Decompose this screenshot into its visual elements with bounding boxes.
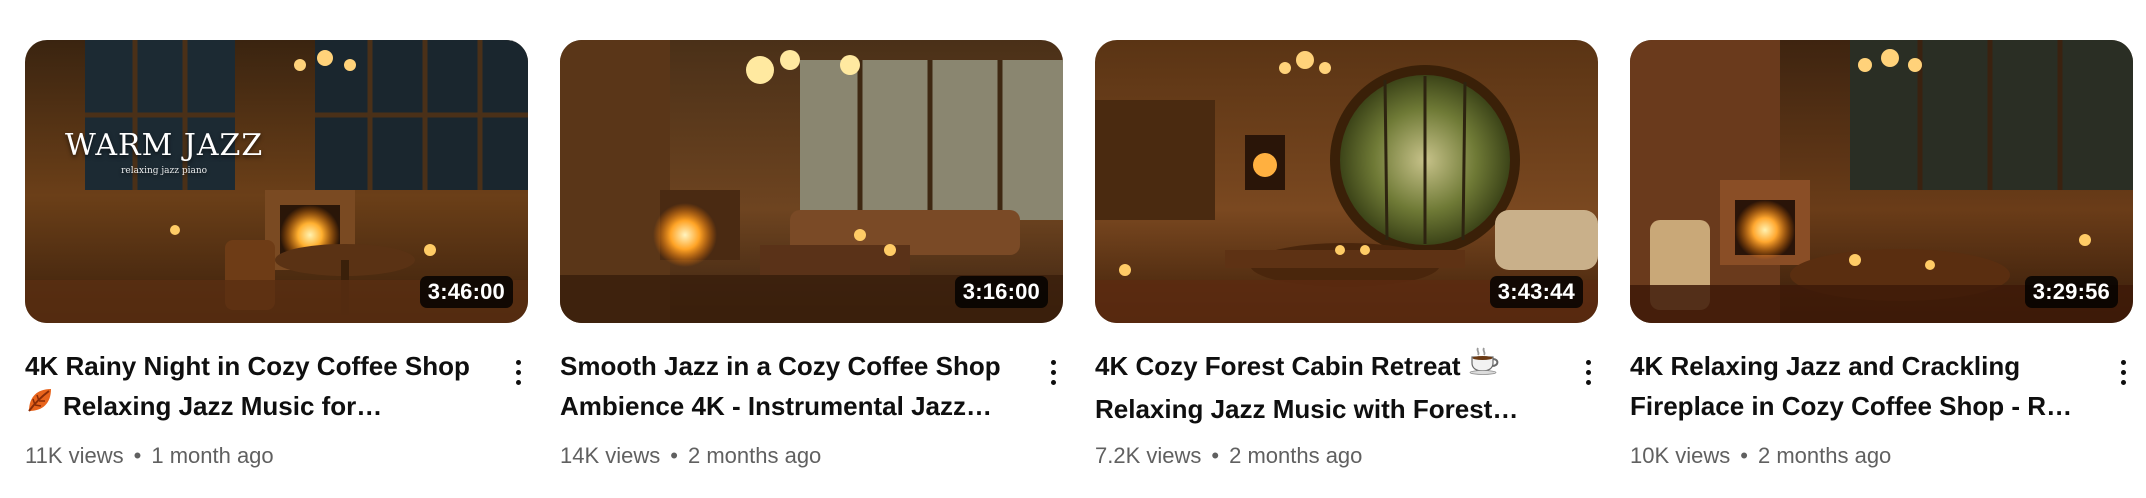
more-actions-button[interactable]	[503, 352, 533, 392]
video-title[interactable]: 4K Cozy Forest Cabin Retreat Relaxing Ja…	[1095, 346, 1545, 429]
video-card[interactable]: 3:43:44 4K Cozy Forest Cabin Retreat Rel…	[1095, 40, 1598, 480]
video-title-line-1: Smooth Jazz in a Cozy Coffee Shop	[560, 351, 1001, 381]
video-title-line-1: 4K Relaxing Jazz and Crackling	[1630, 351, 2021, 381]
video-title[interactable]: Smooth Jazz in a Cozy Coffee Shop Ambien…	[560, 346, 1010, 426]
video-title-line-1: 4K Cozy Forest Cabin Retreat	[1095, 351, 1461, 381]
kebab-dot-icon	[515, 379, 521, 385]
kebab-dot-icon	[2120, 359, 2126, 365]
kebab-dot-icon	[515, 369, 521, 375]
kebab-dot-icon	[2120, 369, 2126, 375]
view-count: 7.2K views	[1095, 443, 1202, 468]
video-card[interactable]: 3:16:00 Smooth Jazz in a Cozy Coffee Sho…	[560, 40, 1063, 480]
duration-badge: 3:46:00	[419, 276, 513, 308]
separator: •	[133, 443, 142, 468]
video-metadata: 11K views • 1 month ago	[25, 440, 485, 472]
kebab-dot-icon	[1050, 379, 1056, 385]
view-count: 11K views	[25, 443, 124, 468]
kebab-dot-icon	[2120, 379, 2126, 385]
video-title-line-2: Ambience 4K - Instrumental Jazz…	[560, 391, 992, 421]
video-thumbnail[interactable]: WARM JAZZ relaxing jazz piano 3:46:00	[25, 40, 528, 323]
kebab-dot-icon	[1050, 369, 1056, 375]
video-thumbnail[interactable]: 3:29:56	[1630, 40, 2133, 323]
video-card[interactable]: 3:29:56 4K Relaxing Jazz and Crackling F…	[1630, 40, 2133, 480]
kebab-dot-icon	[1585, 369, 1591, 375]
video-title-line-1: 4K Rainy Night in Cozy Coffee Shop	[25, 351, 470, 381]
kebab-dot-icon	[1050, 359, 1056, 365]
thumbnail-caption: WARM JAZZ relaxing jazz piano	[65, 128, 263, 176]
video-metadata: 14K views • 2 months ago	[560, 440, 1020, 472]
more-actions-button[interactable]	[1573, 352, 1603, 392]
video-title[interactable]: 4K Rainy Night in Cozy Coffee Shop Relax…	[25, 346, 475, 429]
kebab-dot-icon	[1585, 379, 1591, 385]
thumbnail-title-text: WARM JAZZ	[65, 128, 264, 163]
upload-age: 2 months ago	[1229, 443, 1363, 468]
upload-age: 1 month ago	[151, 443, 274, 468]
video-title[interactable]: 4K Relaxing Jazz and Crackling Fireplace…	[1630, 346, 2080, 426]
separator: •	[1740, 443, 1748, 468]
duration-badge: 3:29:56	[2024, 276, 2118, 308]
coffee-emoji-icon	[1469, 346, 1501, 386]
video-thumbnail[interactable]: 3:43:44	[1095, 40, 1598, 323]
more-actions-button[interactable]	[1038, 352, 1068, 392]
leaf-emoji-icon	[25, 386, 55, 426]
video-title-line-2: Relaxing Jazz Music for…	[63, 391, 383, 421]
upload-age: 2 months ago	[1757, 443, 1892, 468]
view-count: 14K views	[560, 443, 661, 468]
more-actions-button[interactable]	[2108, 352, 2138, 392]
separator: •	[1211, 443, 1220, 468]
kebab-dot-icon	[1585, 359, 1591, 365]
view-count: 10K views	[1630, 443, 1731, 468]
video-thumbnail[interactable]: 3:16:00	[560, 40, 1063, 323]
duration-badge: 3:16:00	[954, 276, 1048, 308]
video-metadata: 10K views • 2 months ago	[1630, 440, 2090, 472]
kebab-dot-icon	[515, 359, 521, 365]
video-metadata: 7.2K views • 2 months ago	[1095, 440, 1555, 472]
video-grid: WARM JAZZ relaxing jazz piano 3:46:00 4K…	[0, 0, 2146, 498]
duration-badge: 3:43:44	[1489, 276, 1583, 308]
separator: •	[670, 443, 678, 468]
video-card[interactable]: WARM JAZZ relaxing jazz piano 3:46:00 4K…	[25, 40, 528, 480]
thumbnail-subtitle-text: relaxing jazz piano	[121, 166, 208, 176]
video-title-line-2: Fireplace in Cozy Coffee Shop - Ra…	[1630, 391, 2080, 421]
upload-age: 2 months ago	[687, 443, 822, 468]
video-title-line-2: Relaxing Jazz Music with Forest…	[1095, 393, 1519, 424]
